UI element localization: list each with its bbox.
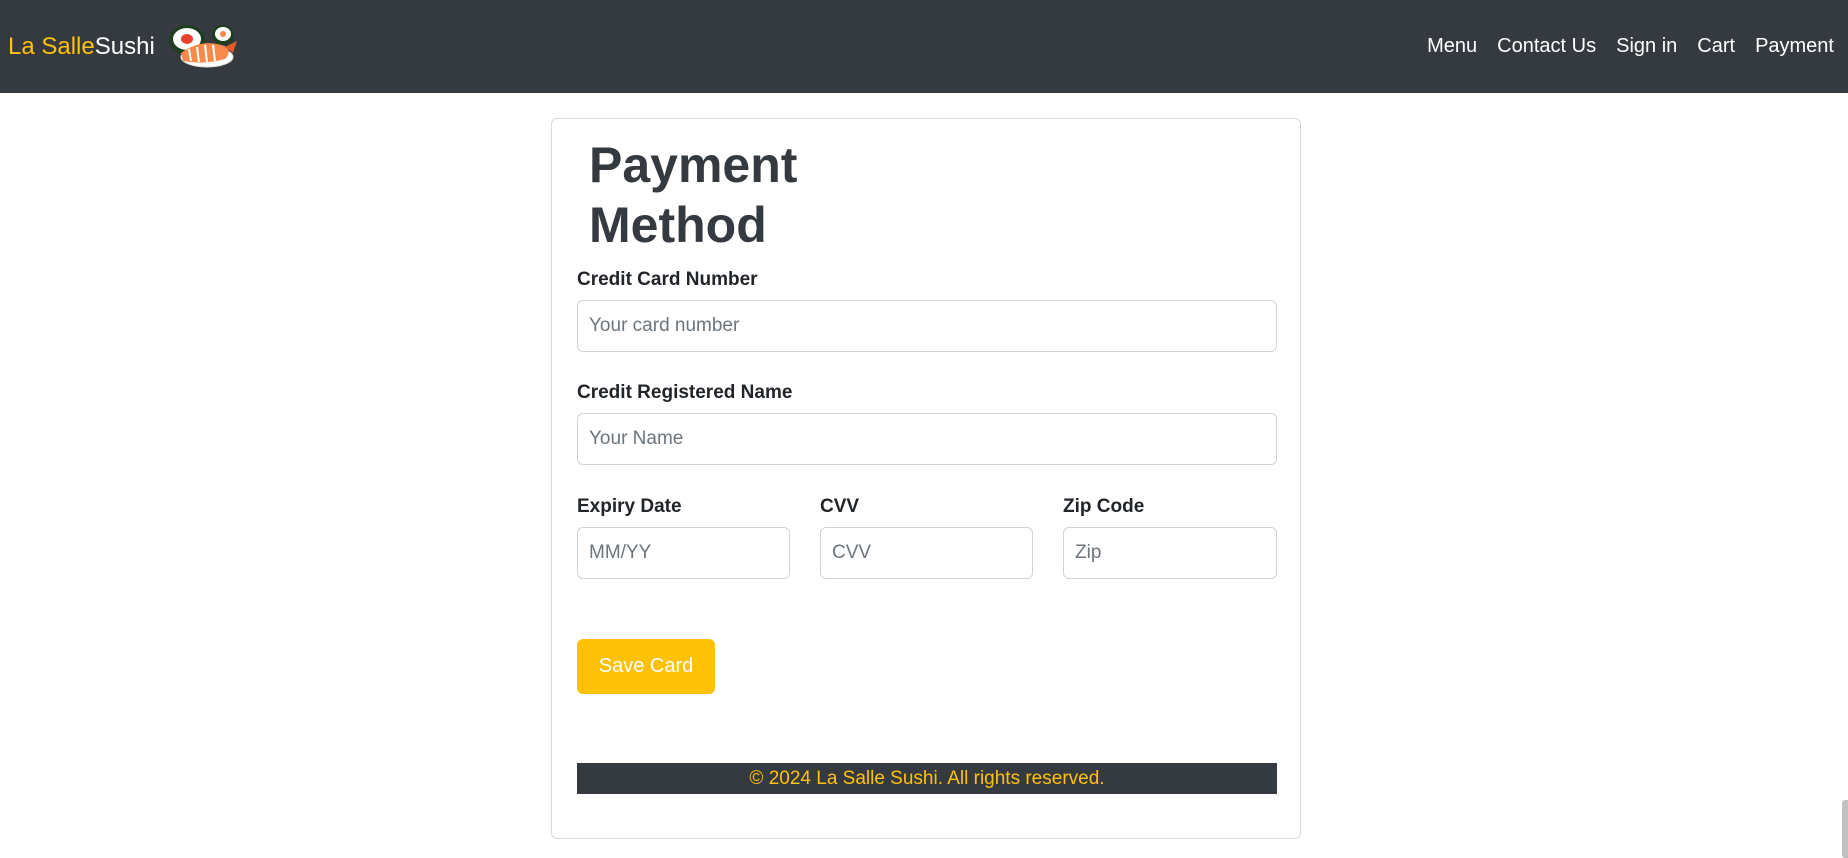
footer: © 2024 La Salle Sushi. All rights reserv… — [577, 763, 1277, 794]
nav-link-payment[interactable]: Payment — [1745, 35, 1848, 58]
save-card-button[interactable]: Save Card — [577, 639, 715, 694]
nav-link-menu[interactable]: Menu — [1417, 35, 1487, 58]
cvv-input[interactable] — [820, 527, 1033, 579]
scrollbar-handle[interactable] — [1842, 800, 1848, 858]
nav-link-sign-in[interactable]: Sign in — [1606, 35, 1687, 58]
nav-link-contact-us[interactable]: Contact Us — [1487, 35, 1606, 58]
card-number-input[interactable] — [577, 300, 1277, 352]
zip-code-label: Zip Code — [1063, 496, 1145, 517]
page-title: Payment Method — [589, 137, 798, 253]
card-number-label: Credit Card Number — [577, 269, 758, 290]
nav-link-cart[interactable]: Cart — [1687, 35, 1745, 58]
expiry-date-input[interactable] — [577, 527, 790, 579]
cvv-label: CVV — [820, 496, 860, 517]
brand-link[interactable]: La Salle Sushi — [8, 23, 239, 71]
expiry-date-label: Expiry Date — [577, 496, 682, 517]
brand-name-part-2: Sushi — [94, 32, 155, 60]
brand-name-part-1: La Salle — [8, 32, 95, 60]
zip-code-input[interactable] — [1063, 527, 1277, 579]
payment-card: Payment Method Credit Card Number Credit… — [551, 118, 1301, 839]
nav-links: Menu Contact Us Sign in Cart Payment — [1417, 0, 1848, 93]
card-name-input[interactable] — [577, 413, 1277, 465]
sushi-icon — [168, 24, 237, 67]
card-name-label: Credit Registered Name — [577, 382, 793, 403]
top-navbar: La Salle Sushi Menu Contact Us Sign in Ca… — [0, 0, 1848, 93]
